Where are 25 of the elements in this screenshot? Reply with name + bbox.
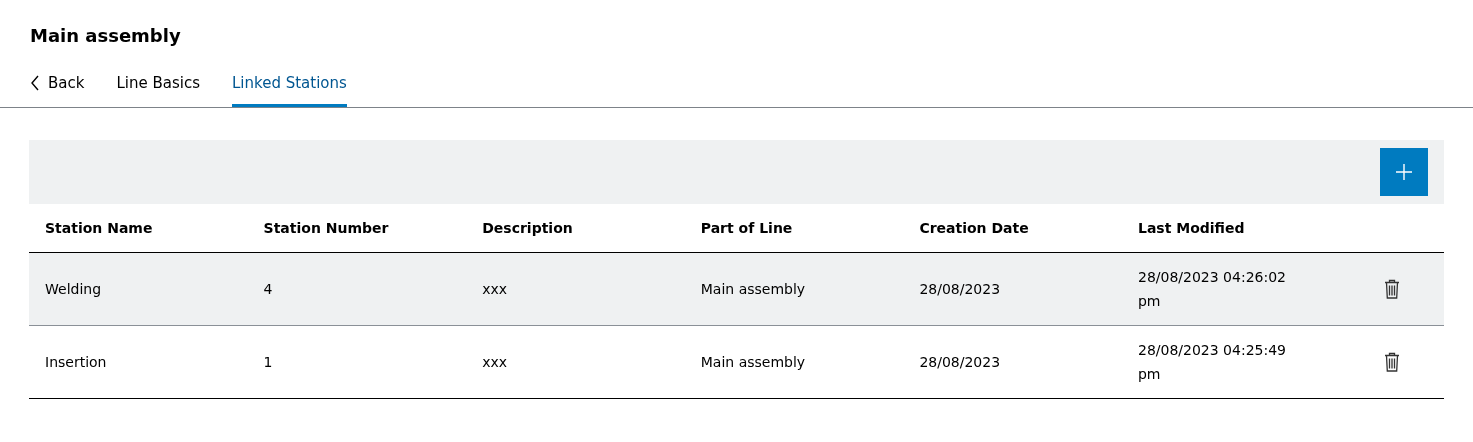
table-cell-text: 28/08/2023 bbox=[919, 353, 1001, 372]
tab[interactable]: Linked Stations bbox=[232, 74, 347, 107]
delete-button[interactable] bbox=[1384, 352, 1400, 372]
table-cell-text: Welding bbox=[45, 280, 102, 299]
table-cell-text: xxx bbox=[482, 353, 508, 372]
table-cell-text: 28/08/2023 04:26:02 pm bbox=[1137, 268, 1287, 311]
add-button[interactable] bbox=[1380, 148, 1428, 196]
table-cell-text: 28/08/2023 bbox=[919, 280, 1001, 299]
delete-button[interactable] bbox=[1384, 279, 1400, 299]
table-row[interactable]: Insertion 1 xxx Main assembly 28/08/2023 28/08/2023 04:25:49 pm bbox=[29, 325, 1444, 398]
table-cell-text: Main assembly bbox=[700, 353, 806, 372]
page-title: Main assembly bbox=[29, 24, 182, 48]
plus-icon bbox=[1395, 163, 1413, 181]
table-cell-text: 28/08/2023 04:25:49 pm bbox=[1137, 341, 1287, 384]
table-cell-text: Main assembly bbox=[700, 280, 806, 299]
tab[interactable]: Line Basics bbox=[116, 74, 200, 107]
trash-icon bbox=[1384, 352, 1400, 372]
table-cell-text: 4 bbox=[263, 280, 273, 299]
trash-icon bbox=[1384, 279, 1400, 299]
table-cell-text: xxx bbox=[482, 280, 508, 299]
table-cell-text: Insertion bbox=[45, 353, 107, 372]
chevron-left-icon bbox=[30, 75, 40, 91]
table-row[interactable]: Welding 4 xxx Main assembly 28/08/2023 28/08/2023 04:26:02 pm bbox=[29, 253, 1444, 325]
table-cell-text: 1 bbox=[263, 353, 273, 372]
back-button[interactable]: Back bbox=[30, 74, 85, 107]
